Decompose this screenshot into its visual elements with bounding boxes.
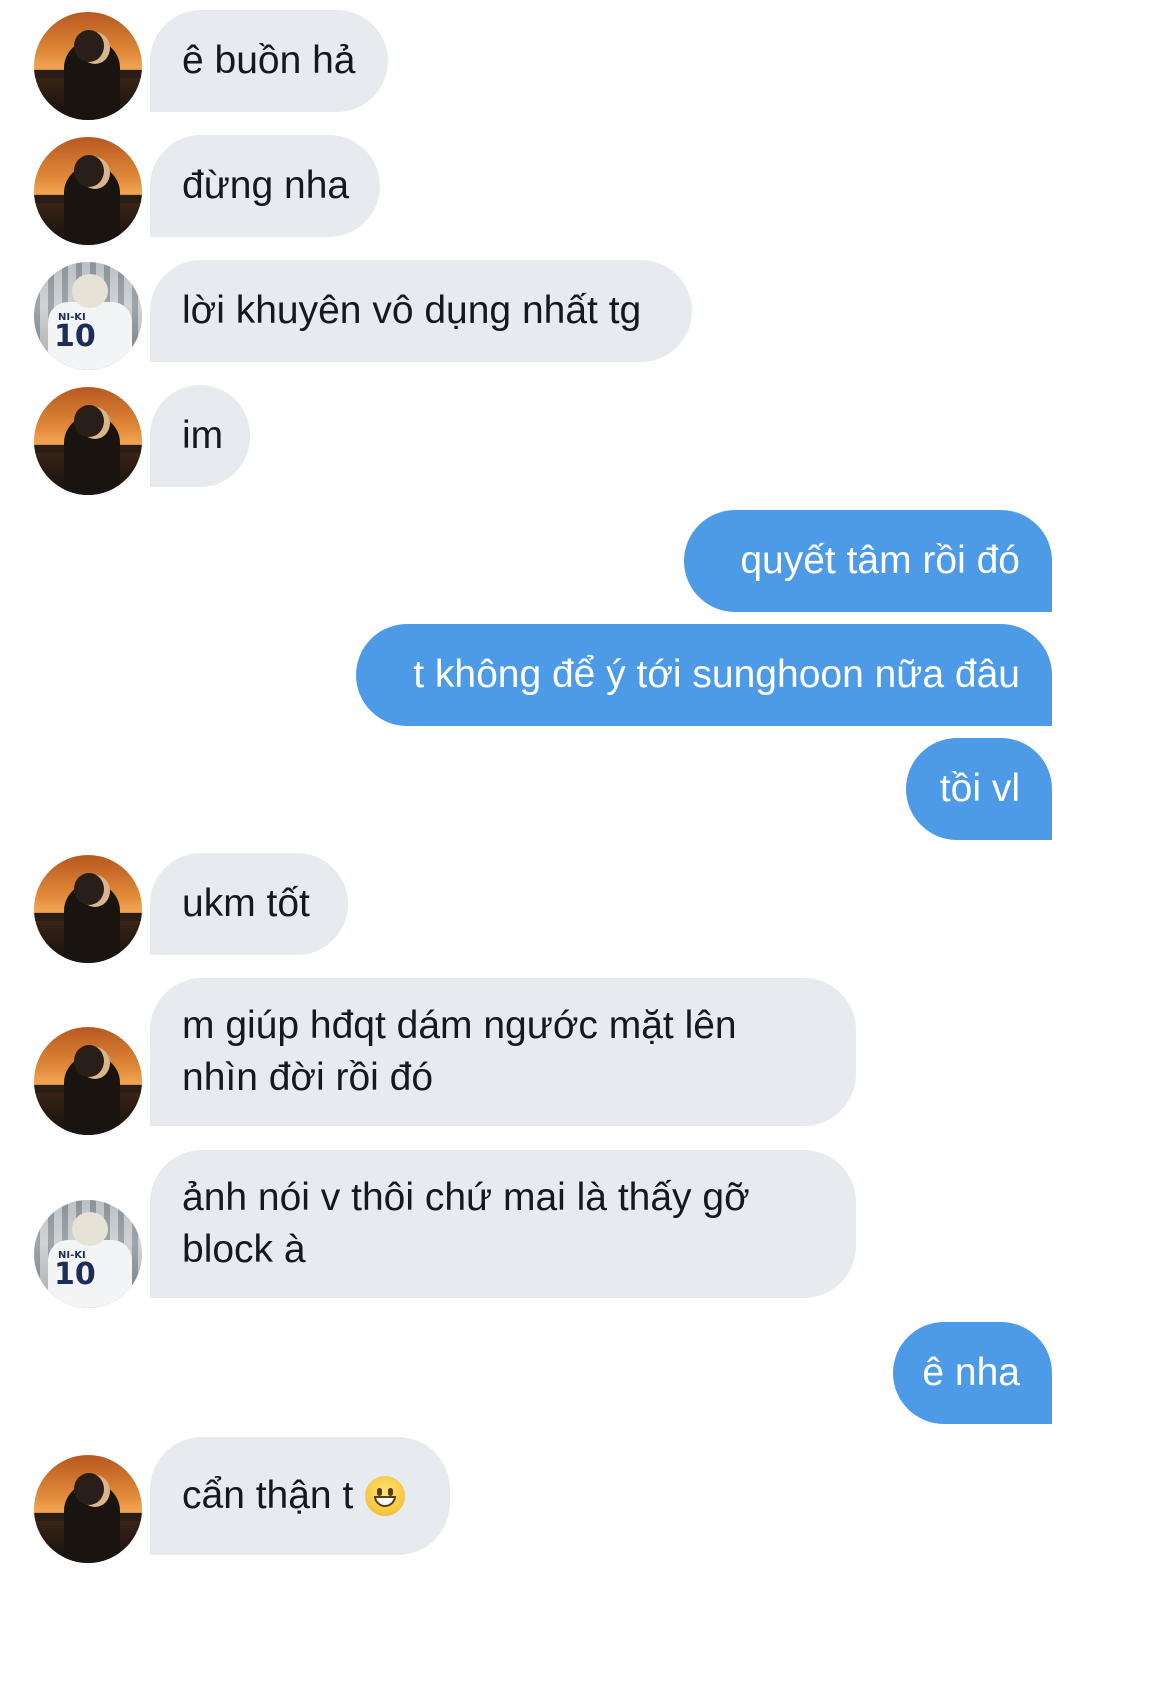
incoming-message-bubble[interactable]: ảnh nói v thôi chứ mai là thấy gỡ block …: [150, 1150, 856, 1298]
contact-avatar[interactable]: [34, 1455, 142, 1563]
jersey-number: 10: [54, 1257, 96, 1292]
incoming-message-bubble[interactable]: ê buồn hả: [150, 10, 388, 112]
message-text: ê buồn hả: [182, 39, 356, 82]
incoming-message-bubble[interactable]: cẩn thận t: [150, 1437, 450, 1555]
incoming-message-bubble[interactable]: lời khuyên vô dụng nhất tg: [150, 260, 692, 362]
contact-avatar[interactable]: [34, 1027, 142, 1135]
message-text: đừng nha: [182, 164, 350, 207]
message-text: m giúp hđqt dám ngước mặt lên nhìn đời r…: [182, 1004, 737, 1099]
incoming-message-bubble[interactable]: m giúp hđqt dám ngước mặt lên nhìn đời r…: [150, 978, 856, 1126]
contact-avatar[interactable]: [34, 855, 142, 963]
incoming-message-bubble[interactable]: đừng nha: [150, 135, 380, 237]
contact-avatar[interactable]: [34, 12, 142, 120]
message-text: ảnh nói v thôi chứ mai là thấy gỡ block …: [182, 1176, 750, 1271]
grinning-face-emoji-icon: [365, 1476, 406, 1516]
incoming-message-bubble[interactable]: im: [150, 385, 250, 487]
contact-avatar[interactable]: [34, 137, 142, 245]
message-thread: ê buồn hả đừng nha NI-KI 10 lời khuyên v…: [0, 0, 1170, 1691]
message-text: tồi vl: [939, 767, 1020, 810]
contact-avatar[interactable]: NI-KI 10: [34, 262, 142, 370]
jersey-number: 10: [54, 319, 96, 354]
message-text: t không để ý tới sunghoon nữa đâu: [413, 653, 1020, 696]
message-text: cẩn thận t: [182, 1474, 354, 1517]
outgoing-message-bubble[interactable]: t không để ý tới sunghoon nữa đâu: [356, 624, 1052, 726]
contact-avatar[interactable]: NI-KI 10: [34, 1200, 142, 1308]
message-text: ê nha: [922, 1351, 1020, 1394]
outgoing-message-bubble[interactable]: ê nha: [893, 1322, 1052, 1424]
outgoing-message-bubble[interactable]: quyết tâm rồi đó: [684, 510, 1052, 612]
message-text: im: [182, 414, 224, 457]
contact-avatar[interactable]: [34, 387, 142, 495]
message-text: quyết tâm rồi đó: [740, 539, 1020, 582]
outgoing-message-bubble[interactable]: tồi vl: [906, 738, 1052, 840]
incoming-message-bubble[interactable]: ukm tốt: [150, 853, 348, 955]
message-text: lời khuyên vô dụng nhất tg: [182, 289, 642, 332]
message-text: ukm tốt: [182, 882, 310, 925]
